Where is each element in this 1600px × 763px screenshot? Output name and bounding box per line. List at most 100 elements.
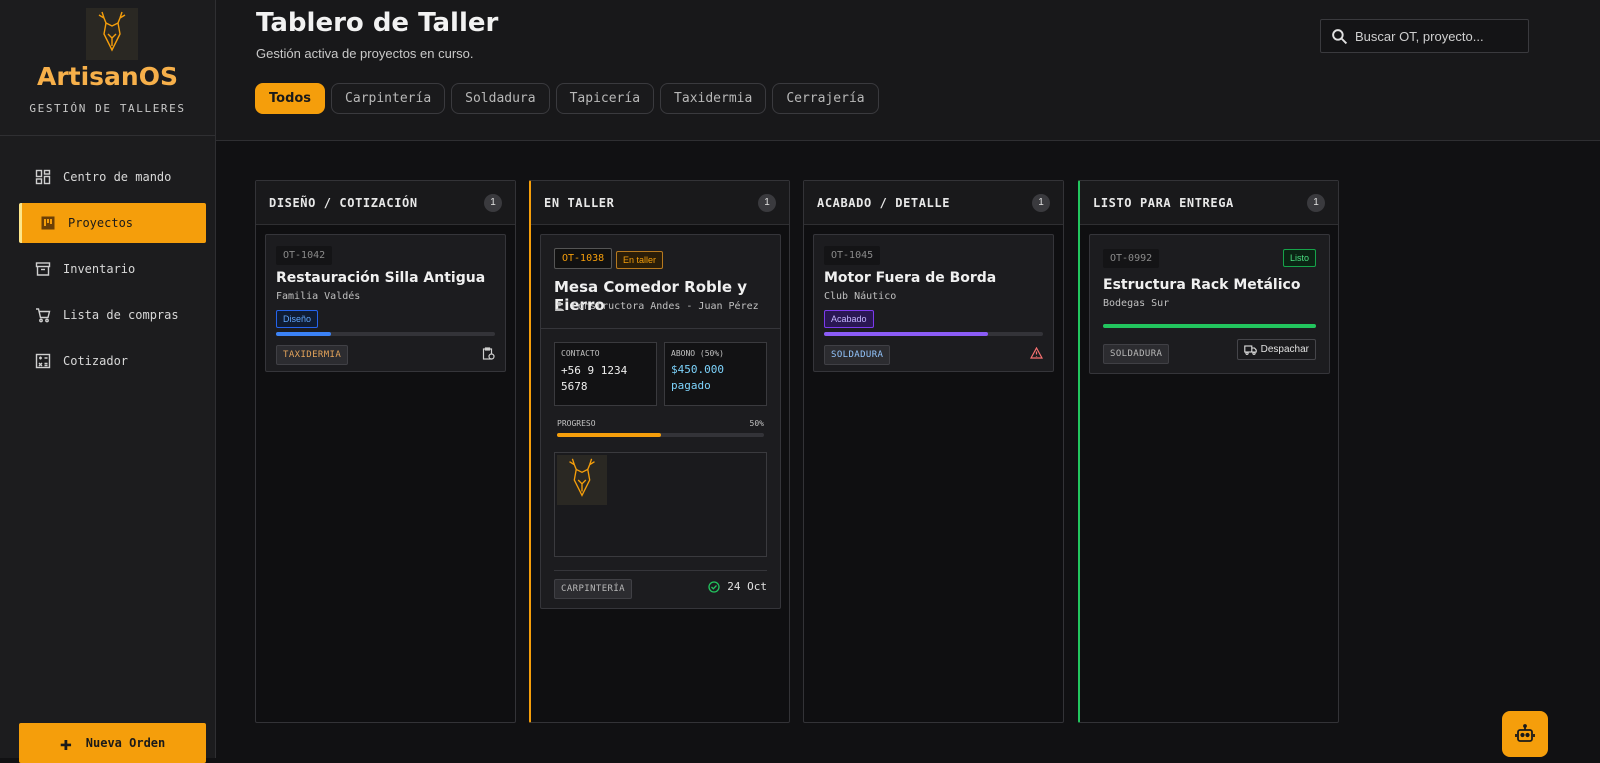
ot-number: OT-0992 bbox=[1103, 249, 1160, 268]
progress-fill bbox=[557, 433, 661, 437]
filter-taxidermia[interactable]: Taxidermia bbox=[660, 83, 767, 114]
search-input[interactable]: Buscar OT, proyecto... bbox=[1320, 19, 1529, 53]
column-title: LISTO PARA ENTREGA bbox=[1093, 195, 1234, 210]
search-placeholder: Buscar OT, proyecto... bbox=[1355, 28, 1484, 44]
progress-bar bbox=[557, 433, 764, 437]
nav-item-lista-de-compras[interactable]: Lista de compras bbox=[19, 295, 206, 335]
new-order-label: Nueva Orden bbox=[85, 736, 166, 750]
category-tag: TAXIDERMIA bbox=[276, 345, 349, 365]
card-client: Constructora Andes - Juan Pérez bbox=[572, 301, 759, 312]
column-title: EN TALLER bbox=[544, 195, 615, 210]
due-date: 24 Oct bbox=[727, 580, 767, 593]
progress-bar bbox=[276, 332, 495, 336]
nav-item-cotizador[interactable]: Cotizador bbox=[19, 341, 206, 381]
warning-icon bbox=[1030, 347, 1043, 359]
column-count: 1 bbox=[1307, 193, 1325, 212]
nav-item-centro-de-mando[interactable]: Centro de mando bbox=[19, 157, 206, 197]
brand-title: ArtisanOS bbox=[36, 62, 178, 91]
page-title: Tablero de Taller bbox=[256, 8, 499, 38]
card-title: Estructura Rack Metálico bbox=[1103, 277, 1301, 293]
project-card[interactable]: OT-1045 Motor Fuera de Borda Club Náutic… bbox=[813, 234, 1054, 372]
kanban-icon bbox=[41, 216, 55, 230]
nav-item-inventario[interactable]: Inventario bbox=[19, 249, 206, 289]
filter-soldadura[interactable]: Soldadura bbox=[451, 83, 550, 114]
ot-number: OT-1045 bbox=[824, 246, 881, 265]
dispatch-button[interactable]: Despachar bbox=[1236, 339, 1316, 360]
deposit-box: ABONO (50%) $450.000 pagado bbox=[664, 342, 767, 406]
plus-icon: ✚ bbox=[59, 731, 72, 755]
search-icon bbox=[1332, 28, 1348, 44]
check-circle-icon bbox=[708, 580, 720, 593]
card-title: Restauración Silla Antigua bbox=[276, 270, 486, 286]
category-tag: CARPINTERÍA bbox=[554, 579, 633, 599]
column-acabado-detalle: ACABADO / DETALLE 1 OT-1045 Motor Fuera … bbox=[803, 180, 1064, 723]
nav-label: Centro de mando bbox=[63, 170, 172, 184]
category-tag: SOLDADURA bbox=[1103, 344, 1170, 364]
dashboard-icon bbox=[35, 169, 51, 185]
card-title: Motor Fuera de Borda bbox=[824, 270, 997, 286]
column-count: 1 bbox=[758, 193, 776, 212]
card-client: Club Náutico bbox=[824, 291, 897, 302]
contact-label: CONTACTO bbox=[561, 349, 600, 358]
progress-bar bbox=[824, 332, 1043, 336]
progress-fill bbox=[276, 332, 331, 336]
deer-logo-icon bbox=[86, 8, 138, 60]
filter-cerrajeria[interactable]: Cerrajería bbox=[772, 83, 879, 114]
user-icon bbox=[555, 301, 564, 311]
brand: ArtisanOS GESTIÓN DE TALLERES bbox=[0, 0, 215, 136]
card-client: Familia Valdés bbox=[276, 291, 361, 302]
nav-label: Cotizador bbox=[63, 354, 129, 368]
category-filters: Todos Carpintería Soldadura Tapicería Ta… bbox=[255, 83, 879, 114]
attachment-preview[interactable] bbox=[554, 452, 767, 557]
assistant-bot-button[interactable] bbox=[1502, 711, 1548, 757]
archive-icon bbox=[35, 262, 51, 276]
progress-fill bbox=[824, 332, 989, 336]
brand-subtitle: GESTIÓN DE TALLERES bbox=[29, 102, 186, 115]
clipboard-clock-icon bbox=[482, 347, 495, 360]
dispatch-label: Despachar bbox=[1260, 344, 1309, 355]
column-listo-para-entrega: LISTO PARA ENTREGA 1 OT-0992 Listo Estru… bbox=[1078, 180, 1339, 723]
project-card[interactable]: OT-1042 Restauración Silla Antigua Famil… bbox=[265, 234, 506, 372]
robot-icon bbox=[1515, 724, 1535, 742]
category-tag: SOLDADURA bbox=[824, 345, 891, 365]
contact-box: CONTACTO +56 9 1234 5678 bbox=[554, 342, 657, 406]
status-badge: Acabado bbox=[824, 310, 874, 328]
status-badge: Diseño bbox=[276, 310, 319, 328]
progress-label: PROGRESO bbox=[557, 419, 596, 428]
filter-tapiceria[interactable]: Tapicería bbox=[555, 83, 655, 114]
calculator-icon bbox=[35, 353, 51, 369]
status-badge: Listo bbox=[1282, 249, 1316, 267]
project-card-expanded[interactable]: OT-1038 En taller Mesa Comedor Roble y F… bbox=[540, 234, 781, 609]
nav-label: Lista de compras bbox=[63, 308, 179, 322]
nav-label: Proyectos bbox=[68, 216, 134, 230]
filter-carpinteria[interactable]: Carpintería bbox=[331, 83, 446, 114]
progress-fill bbox=[1103, 324, 1316, 328]
progress-text: 50% bbox=[749, 419, 764, 428]
new-order-button[interactable]: ✚ Nueva Orden bbox=[19, 723, 206, 763]
deer-thumbnail-icon bbox=[557, 455, 607, 505]
column-count: 1 bbox=[1032, 193, 1050, 212]
nav-label: Inventario bbox=[63, 262, 136, 276]
ot-number: OT-1038 bbox=[554, 248, 613, 269]
cart-icon bbox=[36, 308, 51, 323]
column-count: 1 bbox=[484, 193, 502, 212]
page-subtitle: Gestión activa de proyectos en curso. bbox=[256, 46, 474, 61]
card-client: Bodegas Sur bbox=[1103, 298, 1170, 309]
column-title: ACABADO / DETALLE bbox=[817, 195, 951, 210]
sidebar: ArtisanOS GESTIÓN DE TALLERES Centro de … bbox=[0, 0, 216, 763]
deposit-value: $450.000 bbox=[671, 363, 724, 376]
nav-item-proyectos[interactable]: Proyectos bbox=[19, 203, 206, 243]
ot-number: OT-1042 bbox=[276, 246, 333, 265]
deposit-note: pagado bbox=[671, 379, 711, 392]
project-card[interactable]: OT-0992 Listo Estructura Rack Metálico B… bbox=[1089, 234, 1330, 374]
deposit-label: ABONO (50%) bbox=[671, 349, 724, 358]
status-badge: En taller bbox=[616, 251, 664, 269]
contact-value[interactable]: +56 9 1234 5678 bbox=[561, 363, 650, 395]
column-en-taller: EN TALLER 1 OT-1038 En taller Mesa Comed… bbox=[529, 180, 790, 723]
main-nav: Centro de mando Proyectos Inventario Lis… bbox=[19, 157, 206, 387]
progress-bar bbox=[1103, 324, 1316, 328]
column-title: DISEÑO / COTIZACIÓN bbox=[269, 195, 418, 210]
filter-todos[interactable]: Todos bbox=[255, 83, 326, 114]
column-diseno-cotizacion: DISEÑO / COTIZACIÓN 1 OT-1042 Restauraci… bbox=[255, 180, 516, 723]
page-header: Tablero de Taller Gestión activa de proy… bbox=[216, 0, 1600, 141]
